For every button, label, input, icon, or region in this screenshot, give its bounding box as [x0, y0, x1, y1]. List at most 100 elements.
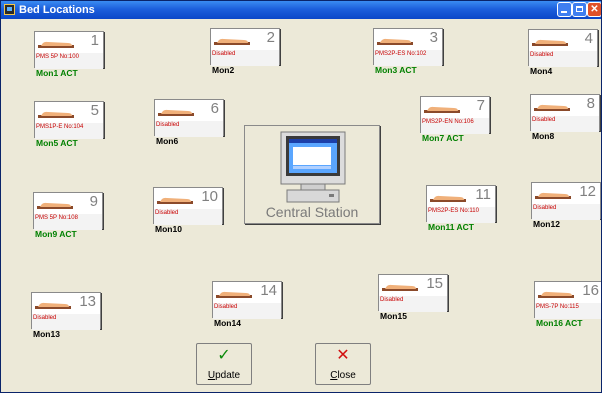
bed-device-label: PMS2P-ES No:110	[428, 208, 479, 214]
patient-bed-icon	[538, 291, 574, 298]
monitor-label: Mon6	[156, 136, 179, 146]
bed-number: 14	[260, 282, 277, 299]
monitor-label: Mon14	[214, 318, 241, 328]
bed-device-label: Disabled	[380, 297, 404, 303]
update-mnemonic: U	[207, 370, 216, 381]
monitor-label: Mon16 ACT	[536, 318, 583, 328]
bed-device-label: PMS2P-ES No:102	[375, 51, 427, 57]
monitor-label: Mon12	[533, 219, 560, 229]
bed-tile-11[interactable]: 11 PMS2P-ES No:110 Mon11 ACT	[426, 185, 496, 232]
patient-bed-icon	[158, 109, 194, 116]
patient-bed-icon	[424, 106, 460, 113]
bed-number: 16	[582, 282, 599, 299]
monitor-label: Mon4	[530, 66, 553, 76]
update-button[interactable]: ✓ Update	[196, 343, 252, 385]
monitor-label: Mon7 ACT	[422, 133, 464, 143]
patient-bed-icon	[382, 284, 418, 291]
bed-tile-13[interactable]: 13 Disabled Mon13	[31, 292, 101, 339]
bed-device-label: Disabled	[533, 205, 557, 211]
bed-device-label: PMS2P-EN No:106	[422, 119, 474, 125]
close-button[interactable]: ✕ Close	[315, 343, 371, 385]
bed-device-label: Disabled	[214, 304, 238, 310]
bed-tile-4[interactable]: 4 Disabled Mon4	[528, 29, 598, 76]
bed-number: 10	[201, 188, 218, 205]
patient-bed-icon	[37, 202, 73, 209]
bed-device-label: PMS 5P No:100	[36, 54, 79, 60]
bed-layout-area: 1 PMS 5P No:100 Mon1 ACT 2 Disabled Mon2 3…	[1, 19, 601, 392]
bed-tile-8[interactable]: 8 Disabled Mon8	[530, 94, 600, 141]
monitor-label: Mon11 ACT	[428, 222, 474, 232]
minimize-button[interactable]	[557, 2, 572, 17]
close-x-icon: ✕	[336, 347, 350, 364]
patient-bed-icon	[535, 192, 571, 199]
bed-number: 13	[79, 293, 96, 310]
bed-number: 3	[429, 29, 438, 46]
patient-bed-icon	[214, 38, 250, 45]
patient-bed-icon	[38, 111, 74, 118]
checkmark-icon: ✓	[217, 347, 231, 364]
bed-tile-10[interactable]: 10 Disabled Mon10	[153, 187, 223, 234]
update-button-label: Update	[197, 369, 251, 383]
computer-monitor-icon	[280, 131, 346, 203]
update-label-rest: pdate	[215, 370, 241, 381]
patient-bed-icon	[534, 104, 570, 111]
bed-tile-6[interactable]: 6 Disabled Mon6	[154, 99, 224, 146]
maximize-button[interactable]	[572, 2, 587, 17]
monitor-label: Mon1 ACT	[36, 68, 78, 78]
close-window-button[interactable]: ✕	[587, 2, 601, 17]
bed-tile-7[interactable]: 7 PMS2P-EN No:106 Mon7 ACT	[420, 96, 490, 143]
bed-number: 15	[426, 275, 443, 292]
patient-bed-icon	[35, 302, 71, 309]
bed-device-label: Disabled	[155, 210, 179, 216]
window-title: Bed Locations	[19, 4, 95, 16]
bed-number: 2	[266, 29, 275, 46]
title-bar[interactable]: Bed Locations ✕	[1, 1, 601, 19]
monitor-label: Mon13	[33, 329, 60, 339]
patient-bed-icon	[157, 197, 193, 204]
bed-tile-15[interactable]: 15 Disabled Mon15	[378, 274, 448, 321]
patient-bed-icon	[216, 291, 252, 298]
bed-tile-16[interactable]: 16 PMS-7P No:115 Mon16 ACT	[534, 281, 601, 328]
bed-tile-3[interactable]: 3 PMS2P-ES No:102 Mon3 ACT	[373, 28, 443, 75]
central-station-label: Central Station	[265, 204, 359, 220]
monitor-label: Mon9 ACT	[35, 229, 77, 239]
bed-device-label: Disabled	[530, 52, 554, 58]
bed-number: 1	[90, 32, 99, 49]
monitor-label: Mon10	[155, 224, 182, 234]
monitor-label: Mon2	[212, 65, 235, 75]
bed-tile-5[interactable]: 5 PMS1P-E No:104 Mon5 ACT	[34, 101, 104, 148]
bed-device-label: Disabled	[532, 117, 556, 123]
bed-tile-14[interactable]: 14 Disabled Mon14	[212, 281, 282, 328]
patient-bed-icon	[430, 195, 466, 202]
bed-tile-9[interactable]: 9 PMS 5P No:108 Mon9 ACT	[33, 192, 103, 239]
close-button-label: Close	[316, 369, 370, 383]
bed-number: 4	[584, 30, 593, 47]
bed-number: 11	[475, 186, 491, 203]
bed-device-label: Disabled	[156, 122, 180, 128]
bed-number: 5	[90, 102, 99, 119]
monitor-label: Mon5 ACT	[36, 138, 78, 148]
bed-number: 12	[579, 183, 596, 200]
patient-bed-icon	[377, 38, 413, 45]
central-station[interactable]: Central Station	[244, 125, 380, 224]
monitor-label: Mon15	[380, 311, 407, 321]
bed-number: 8	[586, 95, 595, 112]
patient-bed-icon	[38, 41, 74, 48]
bed-device-label: Disabled	[212, 51, 236, 57]
bed-device-label: PMS1P-E No:104	[36, 124, 84, 130]
bed-number: 7	[476, 97, 485, 114]
bed-device-label: PMS 5P No:108	[35, 215, 78, 221]
close-label-rest: lose	[337, 370, 356, 381]
bed-tile-12[interactable]: 12 Disabled Mon12	[531, 182, 601, 229]
bed-tile-2[interactable]: 2 Disabled Mon2	[210, 28, 280, 75]
bed-locations-window: Bed Locations ✕ 1 PMS 5P No:100 Mon1 ACT …	[0, 0, 602, 393]
patient-bed-icon	[532, 39, 568, 46]
monitor-label: Mon3 ACT	[375, 65, 417, 75]
bed-number: 9	[89, 193, 98, 210]
bed-device-label: Disabled	[33, 315, 57, 321]
monitor-label: Mon8	[532, 131, 555, 141]
bed-device-label: PMS-7P No:115	[536, 304, 579, 310]
app-icon	[4, 4, 15, 15]
bed-tile-1[interactable]: 1 PMS 5P No:100 Mon1 ACT	[34, 31, 104, 78]
bed-number: 6	[210, 100, 219, 117]
